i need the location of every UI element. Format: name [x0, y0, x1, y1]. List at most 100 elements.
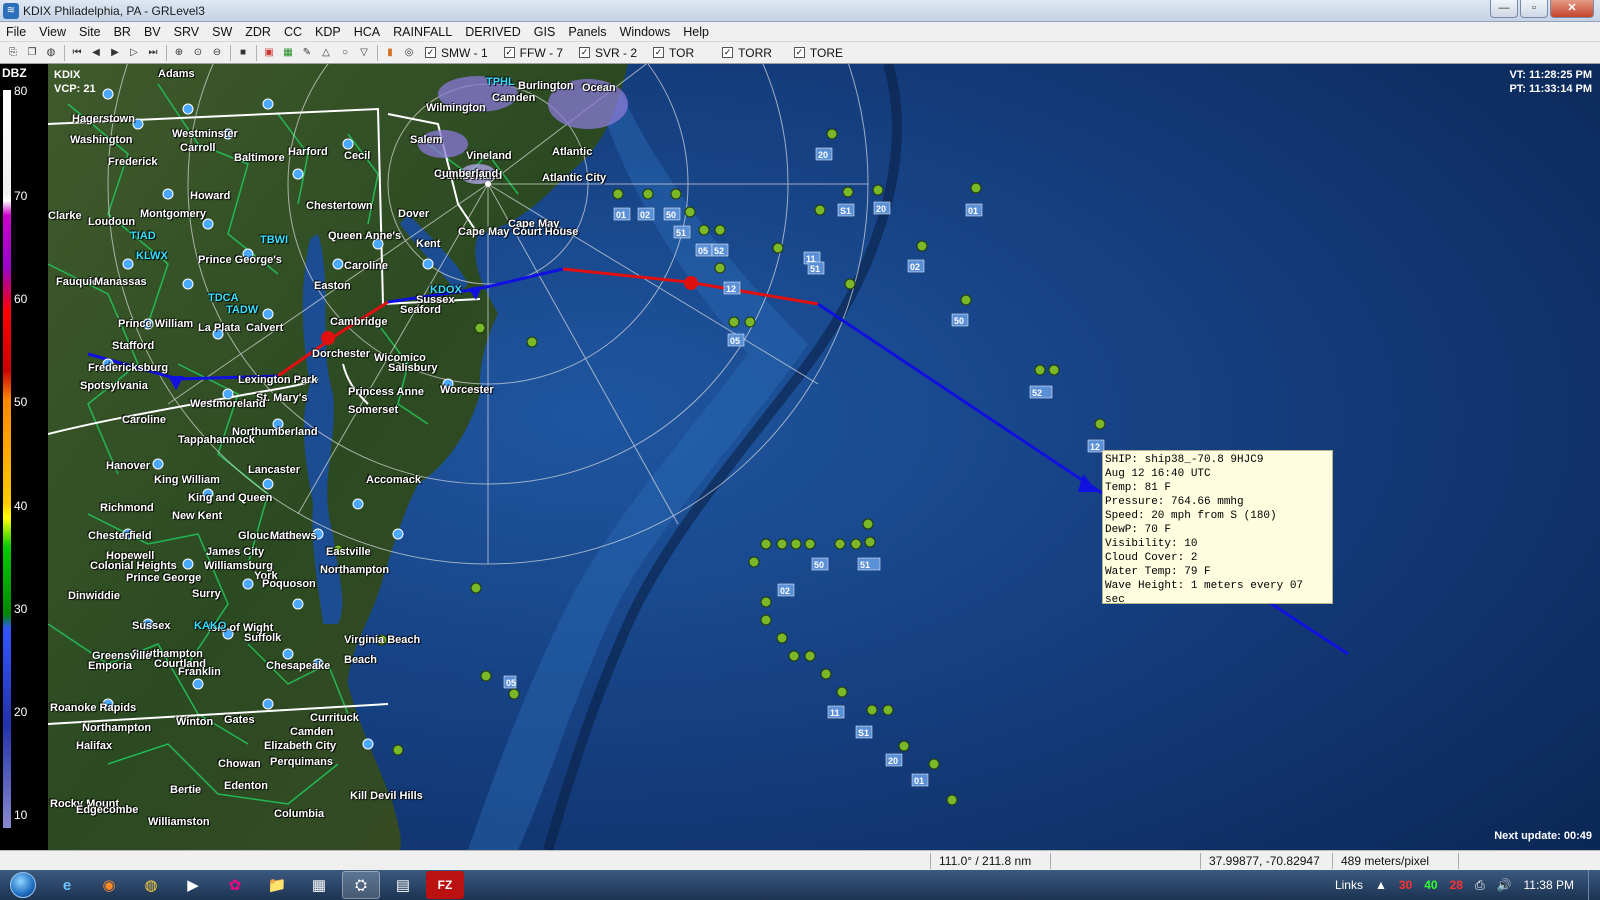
menu-windows[interactable]: Windows: [614, 25, 678, 39]
target-icon[interactable]: ◎: [400, 44, 418, 62]
previous-frame-icon[interactable]: ◀: [87, 44, 105, 62]
place-label: Fredericksburg: [88, 362, 169, 374]
menu-derived[interactable]: DERIVED: [459, 25, 528, 39]
toggle-tore[interactable]: ✓ TORE: [793, 46, 843, 60]
menu-sw[interactable]: SW: [206, 25, 239, 39]
place-label: Vineland: [466, 150, 512, 162]
toggle-svr[interactable]: ✓ SVR - 2: [579, 46, 637, 60]
radar-site-label: KLWX: [136, 250, 168, 262]
place-label: Northumberland: [232, 426, 318, 438]
zoom-in-icon[interactable]: ⊙: [189, 44, 207, 62]
circle-icon[interactable]: ○: [336, 44, 354, 62]
station-id-label: 20: [818, 150, 828, 160]
menu-site[interactable]: Site: [73, 25, 108, 39]
pen-icon[interactable]: ✎: [298, 44, 316, 62]
menu-br[interactable]: BR: [108, 25, 138, 39]
place-label: Surry: [192, 588, 221, 600]
stop-icon[interactable]: ■: [234, 44, 252, 62]
zoom-icon[interactable]: ⊕: [170, 44, 188, 62]
menu-rainfall[interactable]: RAINFALL: [387, 25, 459, 39]
station-id-label: 05: [506, 678, 516, 688]
table-icon[interactable]: ▦: [279, 44, 297, 62]
chrome-icon[interactable]: ◍: [132, 871, 170, 899]
zoom-out-icon[interactable]: ⊖: [208, 44, 226, 62]
play-icon[interactable]: ▶: [106, 44, 124, 62]
map-canvas[interactable]: 2001 02 505105 521211S1 20 0102505105521211S1…: [48, 64, 1600, 850]
place-label: Spotsylvania: [80, 380, 148, 392]
record-icon[interactable]: ◍: [42, 44, 60, 62]
menu-help[interactable]: Help: [677, 25, 716, 39]
place-label: Caroline: [122, 414, 167, 426]
toggle-torr[interactable]: ✓ TORR: [722, 46, 772, 60]
down-triangle-icon[interactable]: ▽: [355, 44, 373, 62]
show-desktop-button[interactable]: [1588, 870, 1600, 900]
toggle-tor[interactable]: ✓ TOR: [653, 46, 694, 60]
menu-view[interactable]: View: [33, 25, 73, 39]
place-label: Mathews: [270, 530, 317, 542]
popup-line: DewP: 70 F: [1105, 524, 1172, 536]
volume-icon[interactable]: 🔊: [1497, 878, 1512, 892]
place-label: Bertie: [170, 784, 202, 796]
links-toolbar[interactable]: Links: [1335, 878, 1363, 892]
toggle-smw[interactable]: ✓ SMW - 1: [425, 46, 488, 60]
place-label: Elizabeth City: [264, 740, 337, 752]
palette-icon[interactable]: ▣: [260, 44, 278, 62]
window-taskbar-icon[interactable]: ▤: [384, 871, 422, 899]
close-button[interactable]: ✕: [1550, 0, 1594, 18]
network-icon[interactable]: ⎙: [1475, 878, 1485, 893]
menu-gis[interactable]: GIS: [528, 25, 563, 39]
start-button[interactable]: [0, 870, 46, 900]
station-id-label: 01: [968, 206, 978, 216]
app-window-icon[interactable]: ▦: [300, 871, 338, 899]
firefox-icon[interactable]: ◉: [90, 871, 128, 899]
explorer-icon[interactable]: 📁: [258, 871, 296, 899]
checkbox-icon: ✓: [425, 47, 436, 58]
internet-explorer-icon[interactable]: e: [48, 871, 86, 899]
menu-zdr[interactable]: ZDR: [239, 25, 278, 39]
place-label: Williamston: [148, 816, 210, 828]
toggle-ffw[interactable]: ✓ FFW - 7: [503, 46, 563, 60]
place-label: Cecil: [344, 150, 371, 162]
toolbar-separator: [230, 44, 231, 61]
cursor-coords-readout: 37.99877, -70.82947: [1200, 853, 1332, 869]
place-label: New Kent: [172, 510, 223, 522]
grlevel3-taskbar-icon[interactable]: ⛭: [342, 871, 380, 899]
window-title: KDIX Philadelphia, PA - GRLevel3: [23, 3, 205, 18]
menu-file[interactable]: File: [0, 25, 33, 39]
place-label: Baltimore: [234, 152, 285, 164]
media-player-icon[interactable]: ▶: [174, 871, 212, 899]
menu-bv[interactable]: BV: [138, 25, 168, 39]
menu-bar: File View Site BR BV SRV SW ZDR CC KDP H…: [0, 22, 1600, 42]
menu-srv[interactable]: SRV: [168, 25, 206, 39]
triangle-icon[interactable]: △: [317, 44, 335, 62]
radar-map[interactable]: 20 01 02 50 51 05 52 12 11 S1 20 01 02 50 51 05 52 12 11 S1…: [48, 64, 1600, 850]
menu-panels[interactable]: Panels: [562, 25, 613, 39]
station-id-label: 02: [780, 586, 790, 596]
last-frame-icon[interactable]: ⏭: [144, 44, 162, 62]
menu-hca[interactable]: HCA: [348, 25, 387, 39]
menu-cc[interactable]: CC: [278, 25, 309, 39]
next-frame-icon[interactable]: ▷: [125, 44, 143, 62]
popup-line: Pressure: 764.66 mmhg: [1105, 496, 1244, 508]
place-label: Virginia Beach: [344, 634, 421, 646]
checkbox-icon: ✓: [793, 47, 805, 58]
station-id-label: 51: [676, 228, 686, 238]
copy-icon[interactable]: ⎘: [4, 44, 22, 62]
place-label: Harford: [288, 146, 328, 158]
place-label: Dorchester: [312, 348, 371, 360]
place-label: Kent: [416, 238, 441, 250]
minimize-button[interactable]: —: [1490, 0, 1518, 18]
place-label: Calvert: [246, 322, 284, 334]
place-label: La Plata: [198, 322, 241, 334]
first-frame-icon[interactable]: ⏮: [68, 44, 86, 62]
app-icon[interactable]: ✿: [216, 871, 254, 899]
legend-product-label: DBZ: [2, 66, 27, 80]
place-label: Prince George's: [198, 254, 282, 266]
maximize-button[interactable]: ▫: [1520, 0, 1548, 18]
warning-icon[interactable]: ▮: [381, 44, 399, 62]
paste-icon[interactable]: ❐: [23, 44, 41, 62]
clock[interactable]: 11:38 PM: [1524, 878, 1574, 892]
tray-expand-icon[interactable]: ▲: [1375, 878, 1387, 892]
menu-kdp[interactable]: KDP: [309, 25, 348, 39]
filezilla-icon[interactable]: FZ: [426, 871, 464, 899]
